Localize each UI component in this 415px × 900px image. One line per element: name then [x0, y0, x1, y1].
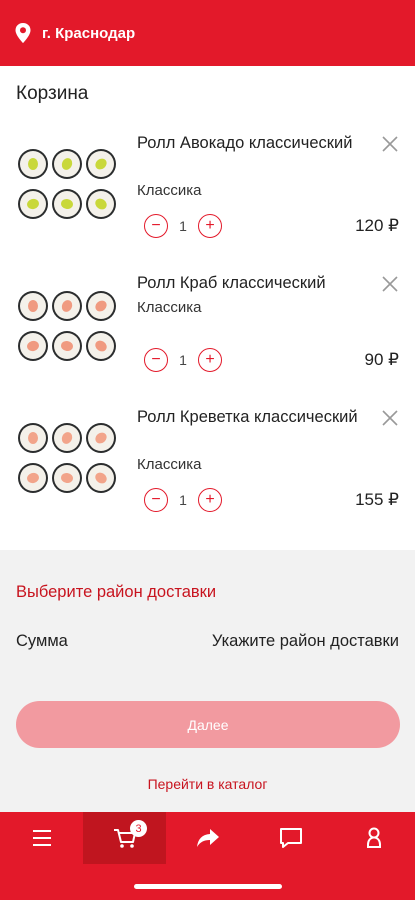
- quantity-value: 1: [179, 218, 187, 234]
- catalog-link[interactable]: Перейти в каталог: [0, 776, 415, 792]
- item-price: 120 ₽: [355, 216, 399, 235]
- item-price: 155 ₽: [355, 490, 399, 509]
- chat-icon: [279, 828, 302, 848]
- increase-button[interactable]: +: [198, 488, 222, 512]
- item-category: Классика: [137, 182, 202, 199]
- tab-chat[interactable]: [249, 812, 332, 864]
- next-button-label: Далее: [187, 716, 229, 733]
- delivery-district-link[interactable]: Выберите район доставки: [16, 583, 216, 602]
- quantity-stepper: − 1 +: [144, 348, 222, 372]
- decrease-button[interactable]: −: [144, 348, 168, 372]
- tab-cart[interactable]: 3: [83, 812, 166, 864]
- item-name[interactable]: Ролл Авокадо классический: [137, 132, 367, 155]
- quantity-stepper: − 1 +: [144, 488, 222, 512]
- home-indicator: [134, 884, 282, 889]
- sum-value: Укажите район доставки: [211, 632, 399, 650]
- item-name[interactable]: Ролл Креветка классический: [137, 406, 367, 429]
- share-arrow-icon: [196, 829, 219, 847]
- sum-label: Сумма: [16, 632, 68, 650]
- remove-icon[interactable]: [380, 408, 400, 428]
- location-pin-icon: [15, 23, 31, 43]
- quantity-stepper: − 1 +: [144, 214, 222, 238]
- tab-share[interactable]: [166, 812, 249, 864]
- increase-button[interactable]: +: [198, 348, 222, 372]
- quantity-value: 1: [179, 492, 187, 508]
- decrease-button[interactable]: −: [144, 488, 168, 512]
- location-selector[interactable]: г. Краснодар: [14, 22, 135, 44]
- tab-profile[interactable]: [332, 812, 415, 864]
- item-name[interactable]: Ролл Краб классический: [137, 272, 377, 295]
- cart-badge: 3: [130, 820, 147, 837]
- product-image: [16, 144, 118, 224]
- decrease-button[interactable]: −: [144, 214, 168, 238]
- next-button[interactable]: Далее: [16, 701, 400, 748]
- product-image: [16, 418, 118, 498]
- location-label: г. Краснодар: [42, 24, 136, 42]
- remove-icon[interactable]: [380, 134, 400, 154]
- quantity-value: 1: [179, 352, 187, 368]
- tab-menu[interactable]: [0, 812, 83, 864]
- item-category: Классика: [137, 456, 202, 473]
- item-category: Классика: [137, 299, 202, 316]
- product-image: [16, 286, 118, 366]
- menu-icon: [32, 830, 51, 846]
- profile-icon: [366, 827, 381, 848]
- page-title: Корзина: [16, 83, 89, 104]
- top-bar: г. Краснодар: [0, 0, 415, 66]
- increase-button[interactable]: +: [198, 214, 222, 238]
- item-price: 90 ₽: [364, 350, 399, 369]
- remove-icon[interactable]: [380, 274, 400, 294]
